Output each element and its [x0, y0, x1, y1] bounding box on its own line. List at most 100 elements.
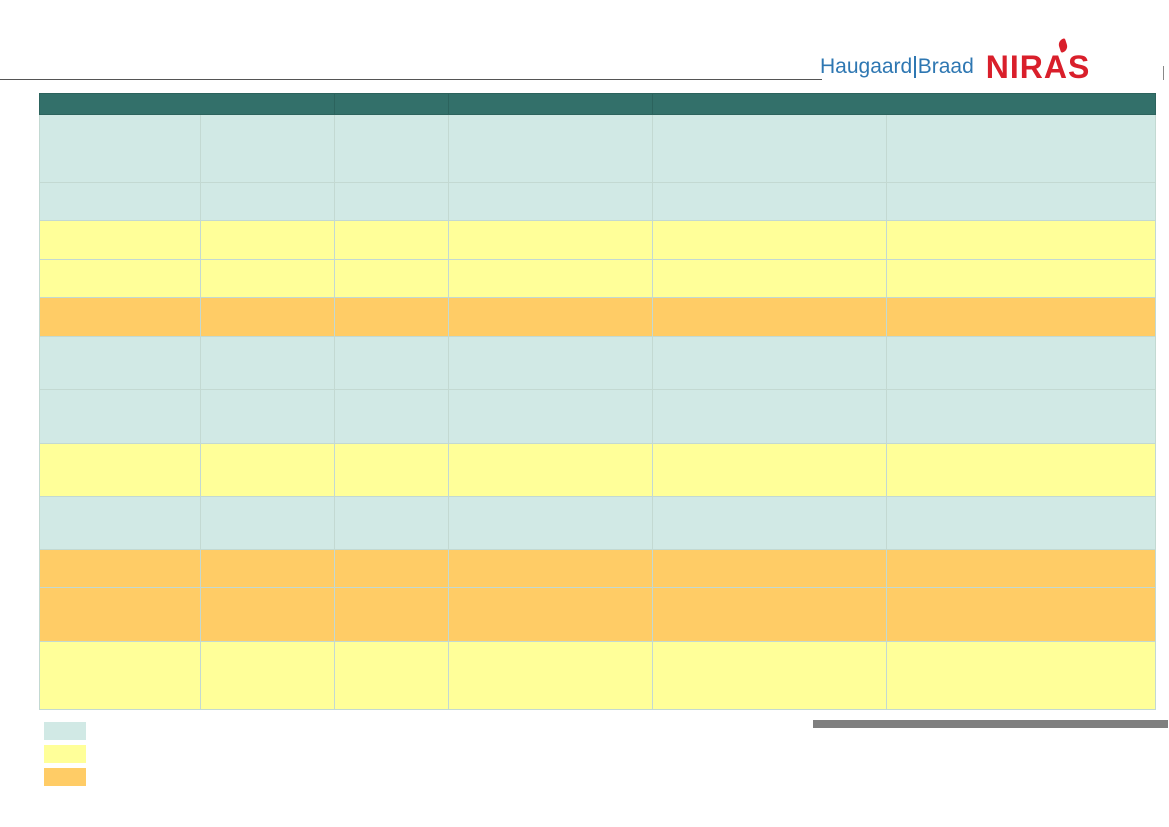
table-cell	[448, 297, 653, 337]
table-cell	[448, 336, 653, 390]
table-cell	[200, 297, 335, 337]
table-cell	[886, 336, 1156, 390]
logo-text-braad: Braad	[917, 55, 974, 78]
table-cell	[886, 297, 1156, 337]
table-cell	[886, 496, 1156, 550]
table-cell	[334, 641, 449, 710]
legend-swatch-yellow	[44, 745, 86, 763]
table-cell	[886, 443, 1156, 497]
footer-bar	[813, 720, 1168, 728]
table-cell	[334, 587, 449, 642]
table-cell	[39, 549, 201, 588]
brand-logo: Haugaard Braad NIRAS	[820, 38, 1091, 85]
table-cell	[448, 496, 653, 550]
table-header-cell	[652, 93, 1156, 115]
color-legend	[44, 722, 94, 791]
table-cell	[334, 297, 449, 337]
table-cell	[652, 297, 887, 337]
table-row	[39, 297, 1156, 337]
table-cell	[39, 443, 201, 497]
table-row	[39, 259, 1156, 298]
logo-separator	[914, 56, 916, 78]
table-row	[39, 182, 1156, 221]
legend-item	[44, 722, 94, 740]
table-cell	[334, 259, 449, 298]
table-cell	[886, 220, 1156, 260]
table-cell	[39, 297, 201, 337]
table-cell	[39, 496, 201, 550]
logo-text-niras: NIRAS	[985, 49, 1091, 85]
table-row	[39, 336, 1156, 390]
table-row	[39, 549, 1156, 588]
table-cell	[200, 389, 335, 444]
table-cell	[652, 182, 887, 221]
table-cell	[200, 336, 335, 390]
table-cell	[448, 259, 653, 298]
table-row	[39, 114, 1156, 183]
table-cell	[200, 443, 335, 497]
table-cell	[448, 443, 653, 497]
table-cell	[334, 182, 449, 221]
table-cell	[334, 389, 449, 444]
table-header-row	[39, 93, 1156, 115]
haugaard-braad-logo: Haugaard Braad	[820, 55, 974, 79]
table-cell	[886, 259, 1156, 298]
table-cell	[652, 114, 887, 183]
header-rule	[0, 79, 822, 80]
header-rule-end-tick	[1163, 66, 1164, 80]
table-cell	[652, 496, 887, 550]
table-cell	[448, 182, 653, 221]
table-cell	[334, 114, 449, 183]
table-cell	[652, 443, 887, 497]
table-cell	[200, 496, 335, 550]
table-cell	[886, 549, 1156, 588]
table-row	[39, 389, 1156, 444]
table-cell	[39, 114, 201, 183]
table-cell	[334, 220, 449, 260]
table-cell	[652, 389, 887, 444]
legend-swatch-teal	[44, 722, 86, 740]
table-cell	[334, 443, 449, 497]
table-cell	[200, 549, 335, 588]
table-header-cell	[39, 93, 335, 115]
table-row	[39, 641, 1156, 710]
table-cell	[200, 641, 335, 710]
table-cell	[200, 114, 335, 183]
table-cell	[652, 259, 887, 298]
table-cell	[886, 114, 1156, 183]
table-cell	[39, 336, 201, 390]
table-cell	[886, 182, 1156, 221]
table-cell	[448, 641, 653, 710]
table-cell	[652, 549, 887, 588]
table-cell	[200, 182, 335, 221]
legend-swatch-orange	[44, 768, 86, 786]
data-table	[39, 93, 1156, 710]
table-cell	[39, 220, 201, 260]
table-cell	[448, 549, 653, 588]
table-cell	[39, 182, 201, 221]
table-cell	[39, 587, 201, 642]
table-cell	[200, 220, 335, 260]
legend-item	[44, 745, 94, 763]
table-cell	[200, 259, 335, 298]
table-cell	[886, 389, 1156, 444]
table-cell	[652, 220, 887, 260]
table-cell	[652, 641, 887, 710]
table-row	[39, 443, 1156, 497]
table-cell	[886, 587, 1156, 642]
table-cell	[39, 389, 201, 444]
table-row	[39, 220, 1156, 260]
table-cell	[448, 220, 653, 260]
table-cell	[448, 389, 653, 444]
table-cell	[448, 587, 653, 642]
table-header-cell	[448, 93, 653, 115]
table-cell	[652, 336, 887, 390]
table-row	[39, 587, 1156, 642]
table-cell	[39, 259, 201, 298]
table-cell	[886, 641, 1156, 710]
table-row	[39, 496, 1156, 550]
table-header-cell	[334, 93, 449, 115]
niras-logo: NIRAS	[985, 38, 1091, 85]
table-cell	[652, 587, 887, 642]
table-cell	[334, 496, 449, 550]
